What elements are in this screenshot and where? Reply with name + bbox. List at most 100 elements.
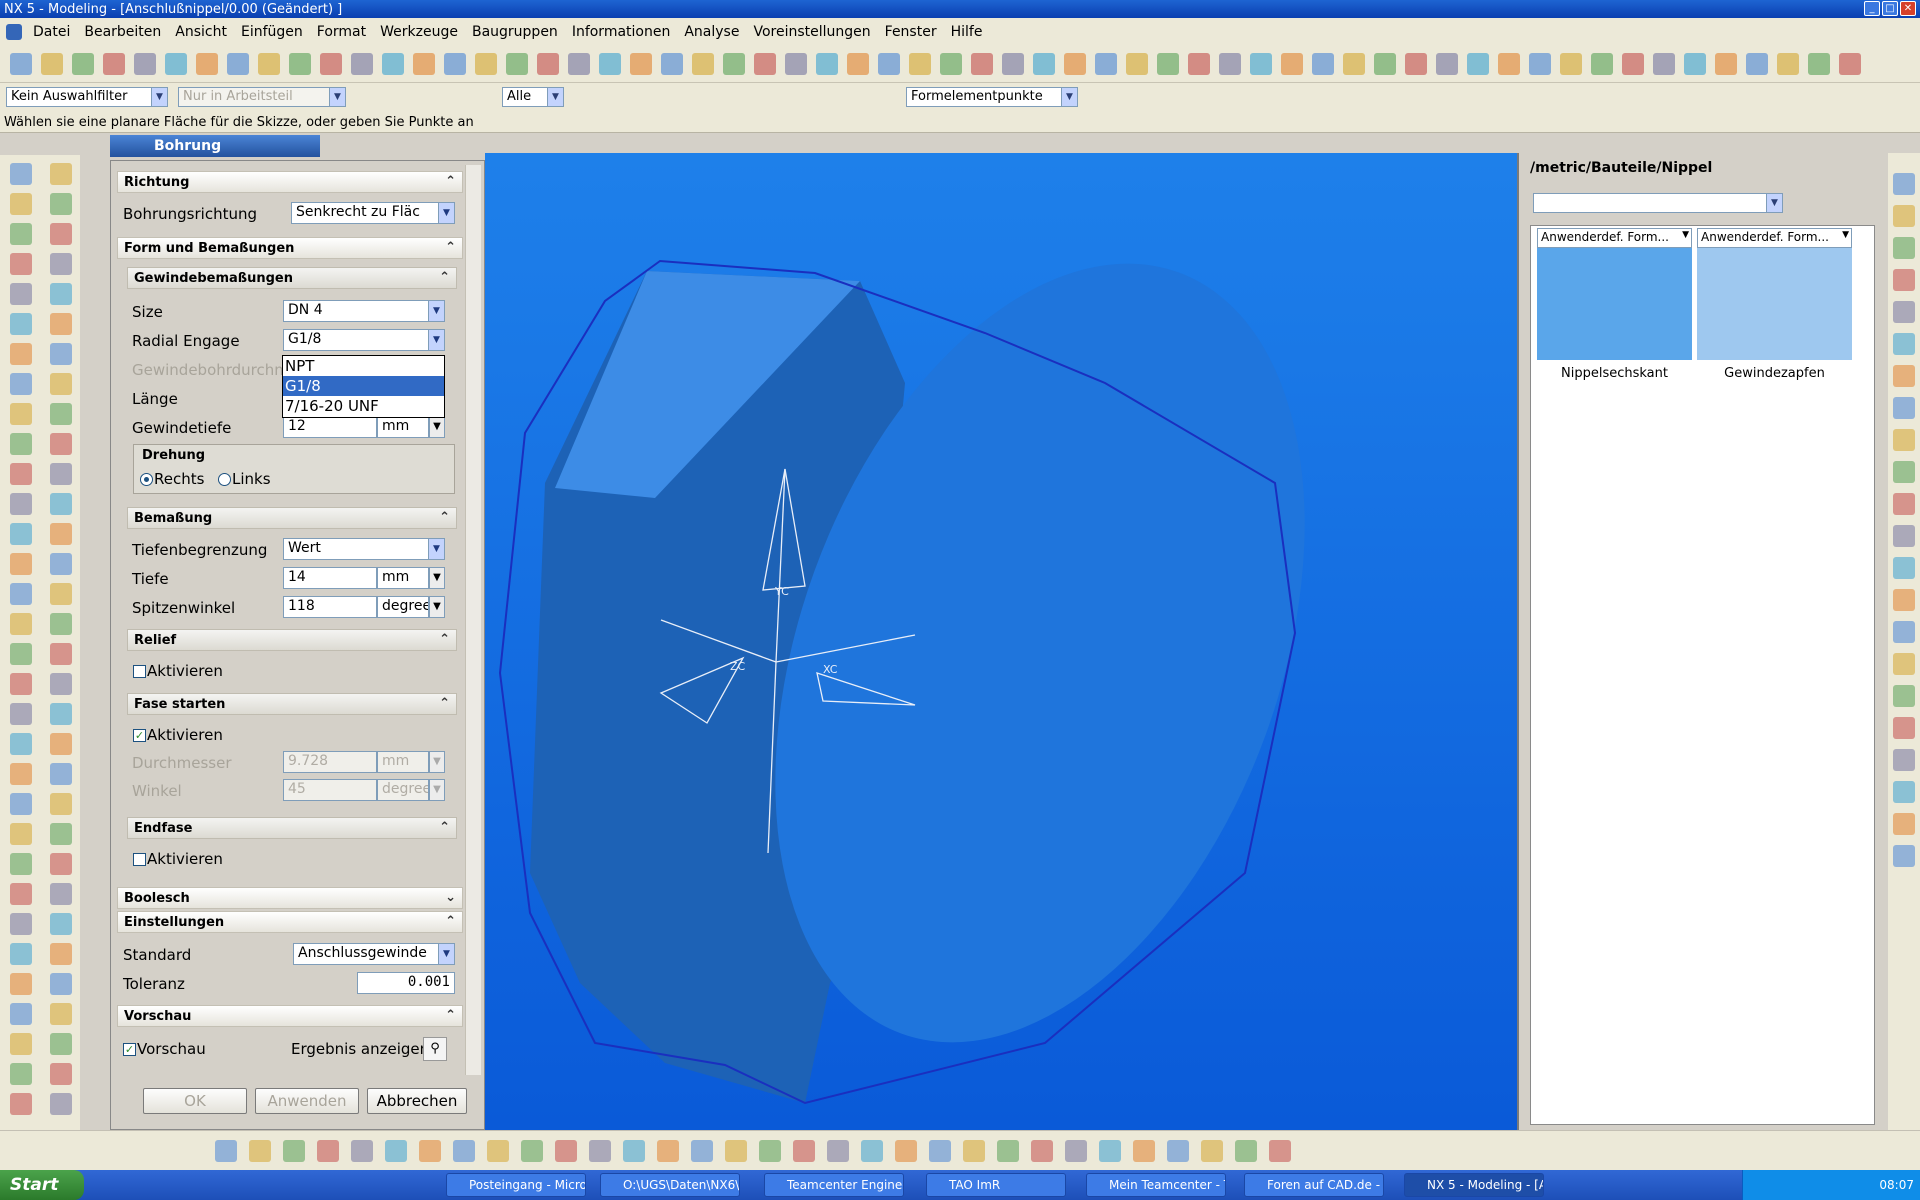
- section-richtung[interactable]: Richtung ⌃: [117, 171, 463, 193]
- toolbar-icon[interactable]: [1529, 53, 1551, 75]
- toolbar-icon[interactable]: [317, 1140, 339, 1162]
- toolbar-icon[interactable]: [754, 53, 776, 75]
- graphics-viewport[interactable]: YC ZC XC: [485, 153, 1517, 1130]
- toolbar-icon[interactable]: [1031, 1140, 1053, 1162]
- feature-icon[interactable]: [50, 943, 72, 965]
- resource-tab-icon[interactable]: [1893, 269, 1915, 291]
- feature-icon[interactable]: [50, 313, 72, 335]
- gewindetiefe-input[interactable]: 12: [283, 416, 377, 438]
- apply-button[interactable]: Anwenden: [255, 1088, 359, 1114]
- toolbar-icon[interactable]: [215, 1140, 237, 1162]
- toolbar-icon[interactable]: [1498, 53, 1520, 75]
- feature-icon[interactable]: [50, 523, 72, 545]
- maximize-button[interactable]: □: [1882, 1, 1898, 16]
- resource-tab-icon[interactable]: [1893, 781, 1915, 803]
- menu-format[interactable]: Format: [310, 24, 373, 40]
- menu-analyse[interactable]: Analyse: [677, 24, 746, 40]
- toolbar-icon[interactable]: [895, 1140, 917, 1162]
- tiefenbegrenzung-select[interactable]: Wert ▼: [283, 538, 445, 560]
- toolbar-icon[interactable]: [320, 53, 342, 75]
- feature-icon[interactable]: [50, 973, 72, 995]
- feature-icon[interactable]: [50, 1003, 72, 1025]
- feature-icon[interactable]: [10, 223, 32, 245]
- feature-icon[interactable]: [10, 613, 32, 635]
- menu-werkzeuge[interactable]: Werkzeuge: [373, 24, 465, 40]
- resource-tab-icon[interactable]: [1893, 653, 1915, 675]
- task-nx5[interactable]: NX 5 - Modeling - [An...: [1404, 1173, 1544, 1197]
- toolbar-icon[interactable]: [785, 53, 807, 75]
- library-item-nippelsechskant[interactable]: Anwenderdef. Form... ▼ Nippelsechskant: [1537, 228, 1692, 398]
- feature-icon[interactable]: [50, 763, 72, 785]
- option-unf[interactable]: 7/16-20 UNF: [283, 396, 444, 416]
- toolbar-icon[interactable]: [385, 1140, 407, 1162]
- toolbar-icon[interactable]: [909, 53, 931, 75]
- feature-icon[interactable]: [10, 1033, 32, 1055]
- toolbar-icon[interactable]: [657, 1140, 679, 1162]
- toolbar-icon[interactable]: [692, 53, 714, 75]
- feature-icon[interactable]: [10, 433, 32, 455]
- feature-icon[interactable]: [10, 553, 32, 575]
- toolbar-icon[interactable]: [630, 53, 652, 75]
- toolbar-icon[interactable]: [1095, 53, 1117, 75]
- toolbar-icon[interactable]: [1065, 1140, 1087, 1162]
- feature-icon[interactable]: [50, 673, 72, 695]
- feature-icon[interactable]: [10, 973, 32, 995]
- dialog-scrollbar[interactable]: [465, 165, 481, 1075]
- resource-tab-icon[interactable]: [1893, 749, 1915, 771]
- toolbar-icon[interactable]: [1201, 1140, 1223, 1162]
- feature-icon[interactable]: [50, 853, 72, 875]
- option-g18[interactable]: G1/8: [283, 376, 444, 396]
- toolbar-icon[interactable]: [1684, 53, 1706, 75]
- feature-icon[interactable]: [50, 643, 72, 665]
- feature-icon[interactable]: [10, 403, 32, 425]
- feature-icon[interactable]: [50, 463, 72, 485]
- toolbar-icon[interactable]: [816, 53, 838, 75]
- toolbar-icon[interactable]: [1219, 53, 1241, 75]
- toolbar-icon[interactable]: [1374, 53, 1396, 75]
- feature-icon[interactable]: [10, 193, 32, 215]
- feature-icon[interactable]: [10, 493, 32, 515]
- feature-icon[interactable]: [50, 1033, 72, 1055]
- feature-icon[interactable]: [50, 553, 72, 575]
- cancel-button[interactable]: Abbrechen: [367, 1088, 467, 1114]
- feature-icon[interactable]: [50, 733, 72, 755]
- toolbar-icon[interactable]: [258, 53, 280, 75]
- item-type-filter[interactable]: Anwenderdef. Form... ▼: [1697, 228, 1852, 248]
- endfase-checkbox[interactable]: [133, 853, 146, 866]
- toolbar-icon[interactable]: [413, 53, 435, 75]
- feature-icon[interactable]: [50, 1063, 72, 1085]
- toolbar-icon[interactable]: [971, 53, 993, 75]
- feature-icon[interactable]: [50, 403, 72, 425]
- toolbar-icon[interactable]: [289, 53, 311, 75]
- task-tao[interactable]: TAO ImR: [926, 1173, 1066, 1197]
- feature-icon[interactable]: [50, 493, 72, 515]
- feature-icon[interactable]: [50, 703, 72, 725]
- toolbar-icon[interactable]: [537, 53, 559, 75]
- toolbar-icon[interactable]: [725, 1140, 747, 1162]
- menu-einfuegen[interactable]: Einfügen: [234, 24, 310, 40]
- toolbar-icon[interactable]: [1560, 53, 1582, 75]
- task-explorer[interactable]: O:\UGS\Daten\NX6\Ei...: [600, 1173, 740, 1197]
- toolbar-icon[interactable]: [419, 1140, 441, 1162]
- toolbar-icon[interactable]: [1312, 53, 1334, 75]
- toolbar-icon[interactable]: [1343, 53, 1365, 75]
- resource-tab-icon[interactable]: [1893, 685, 1915, 707]
- feature-icon[interactable]: [10, 523, 32, 545]
- toolbar-icon[interactable]: [1405, 53, 1427, 75]
- toolbar-icon[interactable]: [929, 1140, 951, 1162]
- subsection-endfase[interactable]: Endfase ⌃: [127, 817, 457, 839]
- toolbar-icon[interactable]: [1126, 53, 1148, 75]
- feature-icon[interactable]: [50, 373, 72, 395]
- toolbar-icon[interactable]: [1167, 1140, 1189, 1162]
- toolbar-icon[interactable]: [827, 1140, 849, 1162]
- section-vorschau[interactable]: Vorschau ⌃: [117, 1005, 463, 1027]
- resource-tab-icon[interactable]: [1893, 845, 1915, 867]
- feature-icon[interactable]: [50, 163, 72, 185]
- toleranz-input[interactable]: 0.001: [357, 972, 455, 994]
- toolbar-icon[interactable]: [1653, 53, 1675, 75]
- feature-icon[interactable]: [50, 433, 72, 455]
- section-einstellungen[interactable]: Einstellungen ⌃: [117, 911, 463, 933]
- option-npt[interactable]: NPT: [283, 356, 444, 376]
- toolbar-icon[interactable]: [1064, 53, 1086, 75]
- feature-icon[interactable]: [10, 943, 32, 965]
